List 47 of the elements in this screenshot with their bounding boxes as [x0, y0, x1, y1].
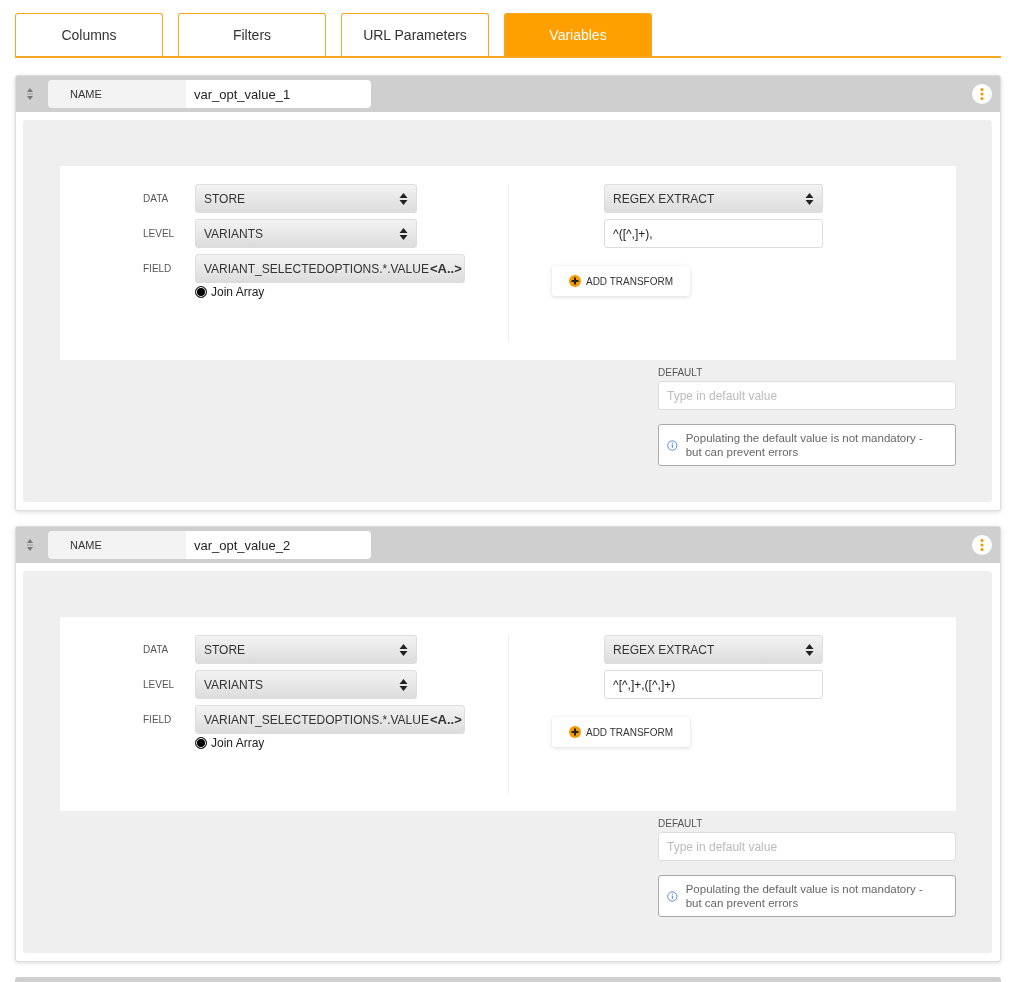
- info-icon: [667, 437, 678, 453]
- field-select[interactable]: VARIANT_SELECTEDOPTIONS.*.VALUE<A..>: [195, 705, 465, 734]
- transform-select[interactable]: REGEX EXTRACT: [604, 635, 823, 664]
- info-text: Populating the default value is not mandatory - but can prevent errors: [685, 882, 924, 910]
- default-label: DEFAULT: [658, 367, 704, 378]
- more-options-icon[interactable]: [972, 84, 992, 104]
- name-input[interactable]: var_opt_value_2: [186, 531, 371, 559]
- tab[interactable]: Columns: [15, 13, 163, 56]
- tab[interactable]: URL Parameters: [341, 13, 489, 56]
- caret-icon: [399, 642, 408, 657]
- more-options-icon[interactable]: [972, 535, 992, 555]
- level-label: LEVEL: [143, 679, 176, 690]
- caret-icon: [805, 191, 814, 206]
- drag-handle-icon[interactable]: [26, 87, 34, 101]
- field-label: FIELD: [143, 263, 173, 274]
- level-select[interactable]: VARIANTS: [195, 670, 417, 699]
- default-label: DEFAULT: [658, 818, 704, 829]
- default-input[interactable]: Type in default value: [658, 832, 956, 861]
- info-icon: [667, 888, 678, 904]
- field-label: FIELD: [143, 714, 173, 725]
- default-input[interactable]: Type in default value: [658, 381, 956, 410]
- transform-select[interactable]: REGEX EXTRACT: [604, 184, 823, 213]
- drag-handle-icon[interactable]: [26, 538, 34, 552]
- caret-icon: [399, 191, 408, 206]
- data-select[interactable]: STORE: [195, 184, 417, 213]
- transform-input[interactable]: ^([^,]+),: [604, 219, 823, 248]
- add-transform-button[interactable]: ADD TRANSFORM: [552, 717, 690, 747]
- data-label: DATA: [143, 193, 170, 204]
- plus-icon: [568, 726, 581, 738]
- level-label: LEVEL: [143, 228, 176, 239]
- caret-icon: [399, 677, 408, 692]
- data-select[interactable]: STORE: [195, 635, 417, 664]
- field-select[interactable]: VARIANT_SELECTEDOPTIONS.*.VALUE<A..>: [195, 254, 465, 283]
- caret-icon: [399, 226, 408, 241]
- tab[interactable]: Filters: [178, 13, 326, 56]
- level-select[interactable]: VARIANTS: [195, 219, 417, 248]
- info-text: Populating the default value is not mandatory - but can prevent errors: [685, 431, 924, 459]
- data-label: DATA: [143, 644, 170, 655]
- name-label: NAME: [48, 531, 186, 559]
- transform-input[interactable]: ^[^,]+,([^,]+): [604, 670, 823, 699]
- caret-icon: [805, 642, 814, 657]
- join-array-radio[interactable]: Join Array: [195, 736, 508, 750]
- join-array-radio[interactable]: Join Array: [195, 285, 508, 299]
- add-transform-button[interactable]: ADD TRANSFORM: [552, 266, 690, 296]
- plus-icon: [568, 275, 581, 287]
- name-input[interactable]: var_opt_value_1: [186, 80, 371, 108]
- name-label: NAME: [48, 80, 186, 108]
